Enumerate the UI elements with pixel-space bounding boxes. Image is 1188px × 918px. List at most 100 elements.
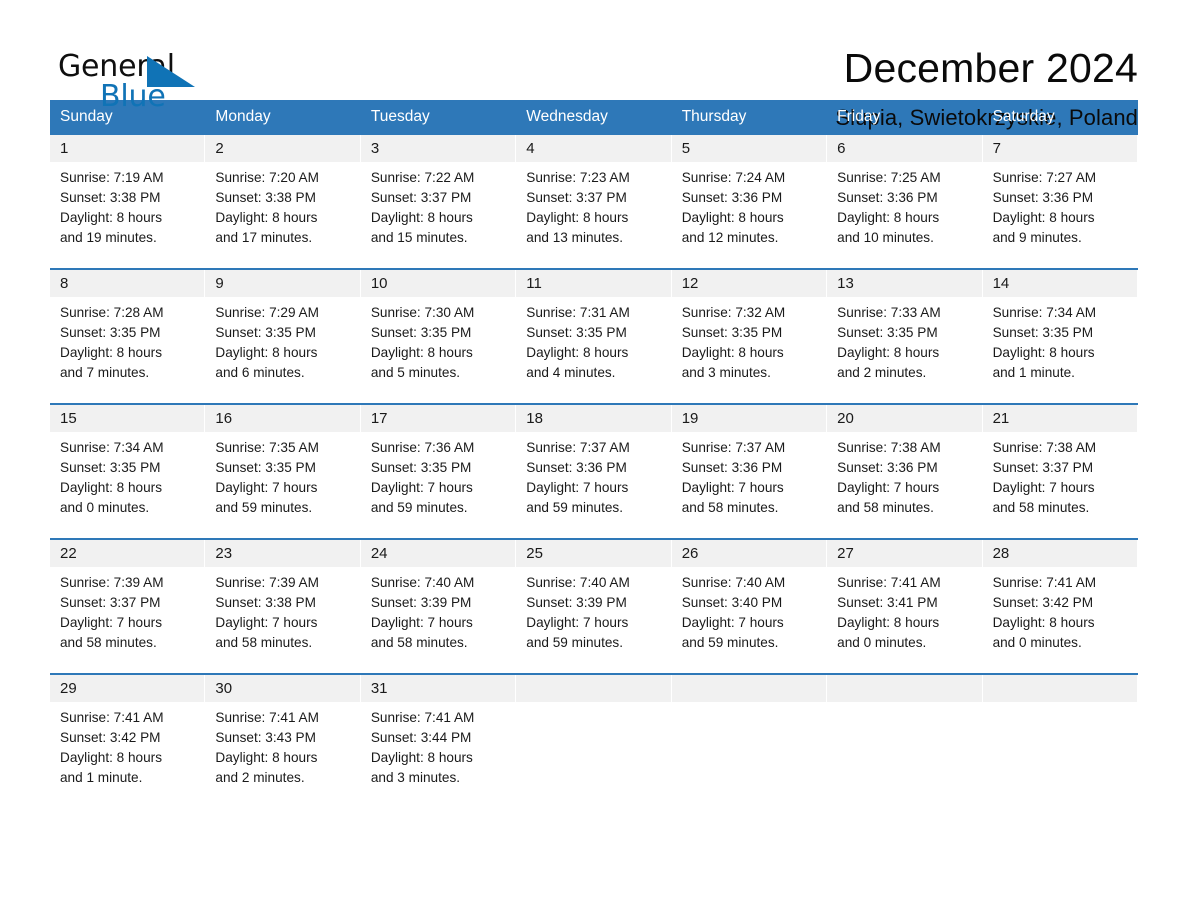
day-details: Sunrise: 7:25 AM Sunset: 3:36 PM Daylight:… [827,162,981,256]
sunrise-text: Sunrise: 7:40 AM [526,575,630,590]
day-number: 11 [516,270,671,297]
sunrise-text: Sunrise: 7:34 AM [992,305,1097,320]
sunset-text: Sunset: 3:35 PM [60,325,161,340]
sunset-text: Sunset: 3:39 PM [370,595,472,610]
sunset-text: Sunset: 3:35 PM [215,460,316,475]
day-details: Sunrise: 7:38 AM Sunset: 3:36 PM Daylight:… [827,432,981,526]
day-details: Sunrise: 7:35 AM Sunset: 3:35 PM Daylight:… [205,432,359,526]
day-number: 30 [205,675,360,702]
daylight-text-line2: and 1 minute. [60,770,143,785]
calendar-day-cell[interactable]: 9 Sunrise: 7:29 AM Sunset: 3:35 PM Daylight… [205,270,361,391]
day-details: Sunrise: 7:27 AM Sunset: 3:36 PM Daylight:… [983,162,1137,256]
general-blue-logo[interactable]: General Blue [50,44,210,116]
sunrise-text: Sunrise: 7:27 AM [992,170,1097,185]
calendar-day-cell[interactable]: 21 Sunrise: 7:38 AM Sunset: 3:37 PM Dayligh… [982,405,1138,526]
calendar-day-cell[interactable]: 2 Sunrise: 7:20 AM Sunset: 3:38 PM Daylight… [205,135,361,256]
sunrise-text: Sunrise: 7:22 AM [370,170,475,185]
daylight-text-line2: and 12 minutes. [681,230,779,245]
day-details: Sunrise: 7:34 AM Sunset: 3:35 PM Daylight:… [50,432,204,526]
calendar-day-cell[interactable]: 31 Sunrise: 7:41 AM Sunset: 3:44 PM Dayligh… [360,675,517,796]
calendar-day-cell[interactable]: 23 Sunrise: 7:39 AM Sunset: 3:38 PM Dayligh… [205,540,361,661]
calendar-day-cell[interactable]: 27 Sunrise: 7:41 AM Sunset: 3:41 PM Dayligh… [827,540,983,661]
day-number: 19 [671,405,827,432]
daylight-text-line1: Daylight: 8 hours [992,345,1095,360]
daylight-text-line2: and 3 minutes. [370,770,461,785]
calendar-day-cell[interactable]: 6 Sunrise: 7:25 AM Sunset: 3:36 PM Daylight… [827,135,983,256]
sunset-text: Sunset: 3:35 PM [837,325,938,340]
calendar-day-cell[interactable]: 24 Sunrise: 7:40 AM Sunset: 3:39 PM Dayligh… [360,540,517,661]
day-number: 24 [360,540,516,567]
daylight-text-line2: and 13 minutes. [526,230,624,245]
day-details: Sunrise: 7:23 AM Sunset: 3:37 PM Daylight:… [516,162,670,256]
daylight-text-line1: Daylight: 7 hours [60,615,163,630]
sunrise-text: Sunrise: 7:31 AM [526,305,630,320]
calendar-day-cell[interactable]: 11 Sunrise: 7:31 AM Sunset: 3:35 PM Dayligh… [516,270,672,391]
calendar-day-cell[interactable]: 19 Sunrise: 7:37 AM Sunset: 3:36 PM Dayligh… [671,405,828,526]
calendar-day-cell[interactable]: 14 Sunrise: 7:34 AM Sunset: 3:35 PM Dayligh… [982,270,1138,391]
sunrise-text: Sunrise: 7:39 AM [60,575,164,590]
logo-text-blue: Blue [100,79,166,114]
calendar-week-row: 29 Sunrise: 7:41 AM Sunset: 3:42 PM Dayligh… [50,673,1138,796]
calendar-day-cell[interactable]: 22 Sunrise: 7:39 AM Sunset: 3:37 PM Dayligh… [50,540,206,661]
daylight-text-line1: Daylight: 7 hours [215,480,318,495]
daylight-text-line2: and 58 minutes. [992,500,1090,515]
sunrise-text: Sunrise: 7:24 AM [681,170,786,185]
day-details: Sunrise: 7:41 AM Sunset: 3:44 PM Daylight:… [361,702,515,796]
calendar-day-cell[interactable]: 29 Sunrise: 7:41 AM Sunset: 3:42 PM Dayligh… [50,675,206,796]
sunrise-text: Sunrise: 7:33 AM [837,305,941,320]
sunset-text: Sunset: 3:39 PM [526,595,627,610]
calendar-week-row: 1 Sunrise: 7:19 AM Sunset: 3:38 PM Daylight… [50,133,1138,256]
sunset-text: Sunset: 3:37 PM [992,460,1094,475]
calendar-day-cell[interactable]: 5 Sunrise: 7:24 AM Sunset: 3:36 PM Daylight… [671,135,828,256]
calendar-day-cell[interactable]: 7 Sunrise: 7:27 AM Sunset: 3:36 PM Daylight… [982,135,1138,256]
calendar-day-cell[interactable]: 10 Sunrise: 7:30 AM Sunset: 3:35 PM Dayligh… [360,270,517,391]
calendar-day-cell[interactable]: 18 Sunrise: 7:37 AM Sunset: 3:36 PM Dayligh… [516,405,672,526]
sunset-text: Sunset: 3:38 PM [60,190,161,205]
day-number: 7 [982,135,1137,162]
daylight-text-line1: Daylight: 8 hours [215,750,318,765]
calendar-day-cell[interactable]: 3 Sunrise: 7:22 AM Sunset: 3:37 PM Daylight… [360,135,517,256]
calendar-day-cell[interactable]: 16 Sunrise: 7:35 AM Sunset: 3:35 PM Dayligh… [205,405,361,526]
daylight-text-line2: and 7 minutes. [60,365,150,380]
day-details: Sunrise: 7:36 AM Sunset: 3:35 PM Daylight:… [361,432,515,526]
sunset-text: Sunset: 3:36 PM [681,460,783,475]
daylight-text-line2: and 6 minutes. [215,365,305,380]
calendar-day-cell[interactable]: 25 Sunrise: 7:40 AM Sunset: 3:39 PM Dayligh… [516,540,672,661]
calendar-day-cell[interactable]: 4 Sunrise: 7:23 AM Sunset: 3:37 PM Daylight… [516,135,672,256]
calendar-day-cell[interactable]: 26 Sunrise: 7:40 AM Sunset: 3:40 PM Dayligh… [671,540,828,661]
day-number: 21 [982,405,1137,432]
sunset-text: Sunset: 3:36 PM [837,460,938,475]
calendar-day-cell-empty [516,675,672,796]
daylight-text-line1: Daylight: 7 hours [526,615,629,630]
day-number: 2 [205,135,360,162]
daylight-text-line1: Daylight: 8 hours [60,210,163,225]
day-details: Sunrise: 7:22 AM Sunset: 3:37 PM Daylight:… [361,162,515,256]
sunrise-text: Sunrise: 7:38 AM [837,440,941,455]
day-number: 25 [516,540,671,567]
day-details: Sunrise: 7:39 AM Sunset: 3:38 PM Daylight:… [205,567,359,661]
sunset-text: Sunset: 3:38 PM [215,595,316,610]
calendar-day-cell[interactable]: 8 Sunrise: 7:28 AM Sunset: 3:35 PM Daylight… [50,270,206,391]
sunset-text: Sunset: 3:35 PM [526,325,627,340]
calendar-day-cell[interactable]: 28 Sunrise: 7:41 AM Sunset: 3:42 PM Dayligh… [982,540,1138,661]
day-details: Sunrise: 7:24 AM Sunset: 3:36 PM Daylight:… [672,162,826,256]
sunset-text: Sunset: 3:36 PM [526,460,627,475]
daylight-text-line1: Daylight: 8 hours [526,210,629,225]
day-number: 6 [827,135,982,162]
daylight-text-line1: Daylight: 7 hours [681,480,784,495]
calendar-day-cell[interactable]: 13 Sunrise: 7:33 AM Sunset: 3:35 PM Dayligh… [827,270,983,391]
calendar-day-cell[interactable]: 15 Sunrise: 7:34 AM Sunset: 3:35 PM Dayligh… [50,405,206,526]
daylight-text-line1: Daylight: 8 hours [370,210,473,225]
day-number: 16 [205,405,360,432]
calendar-day-cell[interactable]: 30 Sunrise: 7:41 AM Sunset: 3:43 PM Dayligh… [205,675,361,796]
calendar-day-cell[interactable]: 1 Sunrise: 7:19 AM Sunset: 3:38 PM Daylight… [50,135,206,256]
daylight-text-line2: and 5 minutes. [370,365,461,380]
calendar-day-cell[interactable]: 12 Sunrise: 7:32 AM Sunset: 3:35 PM Dayligh… [671,270,828,391]
calendar-day-cell[interactable]: 20 Sunrise: 7:38 AM Sunset: 3:36 PM Dayligh… [827,405,983,526]
sunset-text: Sunset: 3:36 PM [681,190,783,205]
sunset-text: Sunset: 3:41 PM [837,595,938,610]
calendar-day-cell[interactable]: 17 Sunrise: 7:36 AM Sunset: 3:35 PM Dayligh… [360,405,517,526]
calendar-page: General Blue December 2024 Slupia, Swiet… [0,0,1188,918]
sunrise-text: Sunrise: 7:41 AM [992,575,1097,590]
daylight-text-line2: and 15 minutes. [370,230,468,245]
